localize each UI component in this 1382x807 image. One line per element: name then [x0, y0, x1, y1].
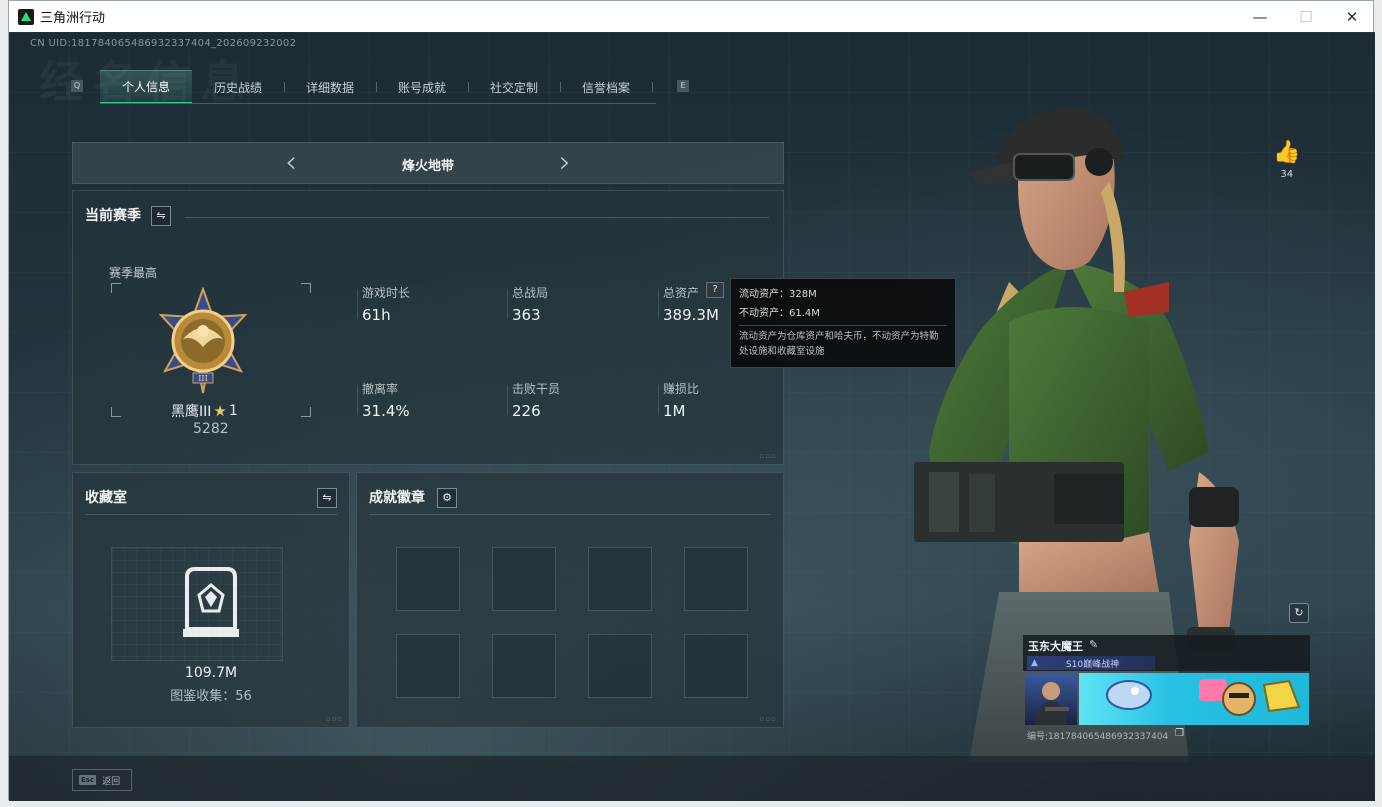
star-icon: ★: [213, 402, 227, 420]
season-highest-label: 赛季最高: [109, 266, 158, 280]
tab-personal-info[interactable]: 个人信息: [100, 70, 192, 104]
maximize-button[interactable]: ☐: [1283, 1, 1329, 32]
badge-slot[interactable]: [396, 547, 460, 611]
badge-emblem-icon: ▲: [1031, 658, 1038, 668]
badge-slot[interactable]: [492, 634, 556, 698]
stat-value-profit-ratio: 1M: [663, 402, 686, 420]
like-count: 34: [1280, 169, 1294, 180]
help-icon[interactable]: ?: [706, 282, 724, 298]
achievements-title: 成就徽章: [369, 490, 425, 506]
badge-slot[interactable]: [588, 634, 652, 698]
tab-separator: [652, 82, 653, 92]
window-title: 三角洲行动: [40, 11, 106, 26]
thumbs-up-icon[interactable]: 👍: [1273, 140, 1300, 165]
stat-label-matches: 总战局: [512, 286, 549, 300]
rank-medal-icon: III: [158, 287, 248, 394]
refresh-icon[interactable]: ↻: [1289, 603, 1309, 623]
avatar-figure-icon: [1035, 682, 1069, 725]
panel-divider: [185, 217, 769, 218]
stat-value-assets: 389.3M: [663, 306, 719, 324]
season-title: 当前赛季: [85, 208, 141, 224]
tab-reputation[interactable]: 信誉档案: [560, 70, 652, 104]
tab-next-key[interactable]: E: [677, 80, 689, 92]
rank-name: 黑鹰III: [171, 404, 212, 420]
gear-icon[interactable]: ⚙: [437, 488, 457, 508]
badge-slot[interactable]: [684, 634, 748, 698]
stat-value-playtime: 61h: [362, 306, 391, 324]
stat-value-kills: 226: [512, 402, 541, 420]
achievements-panel: 成就徽章 ⚙ ▫▫▫: [356, 472, 784, 728]
stat-label-kills: 击败干员: [512, 382, 561, 396]
uid-text: CN UID:1817840654869323374​04_2026092​32…: [30, 38, 297, 49]
collection-value: 109.7M: [184, 665, 238, 681]
player-card[interactable]: 玉东大魔王 ✎ ▲ S10巅峰战神 编号:1817840654869323374…: [1023, 635, 1310, 743]
stat-divider: [658, 289, 659, 319]
tab-underline: [100, 103, 656, 104]
swap-icon[interactable]: ⇋: [151, 206, 171, 226]
back-label: 返回: [102, 776, 121, 787]
title-badge-text: S10巅峰战神: [1065, 659, 1120, 670]
stat-divider: [507, 385, 508, 415]
collection-panel[interactable]: 收藏室 ⇋ 109.7M 图鉴收集：56 ▫▫▫: [72, 472, 350, 728]
title-badge: ▲ S10巅峰战神: [1027, 656, 1155, 670]
stat-divider: [357, 385, 358, 415]
tab-social[interactable]: 社交定制: [468, 70, 560, 104]
tab-prev-key[interactable]: Q: [71, 80, 83, 92]
banner-art-icon: [1106, 679, 1301, 716]
stat-label-profit-ratio: 赚损比: [663, 382, 700, 396]
map-name: 烽火地带: [401, 159, 454, 174]
corner-decoration: ▫▫▫: [759, 452, 777, 460]
back-button[interactable]: Esc 返回: [72, 769, 132, 791]
catalog-count: 图鉴收集：56: [170, 689, 252, 704]
title-bar: 三角洲行动 — ☐ ✕: [9, 1, 1373, 32]
panel-divider: [85, 514, 337, 515]
app-logo-icon: [18, 8, 34, 25]
stat-divider: [507, 289, 508, 319]
season-panel: 当前赛季 ⇋ 赛季最高 III 黑鹰III ★ 1 5282 游戏时长 61h …: [72, 190, 784, 465]
minimize-button[interactable]: —: [1237, 1, 1283, 32]
corner-decoration: ▫▫▫: [759, 715, 777, 723]
player-name: 玉东大魔王: [1028, 640, 1083, 653]
rank-stars: 1: [228, 403, 238, 419]
close-button[interactable]: ✕: [1329, 1, 1375, 32]
panel-divider: [369, 514, 771, 515]
badge-slot[interactable]: [492, 547, 556, 611]
stat-label-assets: 总资产: [663, 286, 700, 300]
tab-bar: Q 个人信息 历史战绩 详细数据 账号成就 社交定制 信誉档案 E: [71, 70, 693, 104]
rank-name-row: 黑鹰III ★ 1: [171, 401, 238, 421]
stat-value-extract-rate: 31.4%: [362, 402, 410, 420]
map-selector: ‹ 烽火地带 ›: [72, 142, 784, 184]
display-case-icon: [183, 567, 239, 637]
player-id: 编号:181784065486932337404: [1027, 732, 1169, 742]
like-widget[interactable]: 👍 34: [1273, 140, 1300, 180]
player-name-row: 玉东大魔王 ✎: [1028, 638, 1098, 654]
tab-details[interactable]: 详细数据: [284, 70, 376, 104]
stat-divider: [658, 385, 659, 415]
game-viewport: 经名信息 CN UID:1817840654869323374​04_20260…: [9, 32, 1375, 801]
edit-icon[interactable]: ✎: [1089, 638, 1098, 654]
copy-icon[interactable]: ❐: [1175, 728, 1184, 739]
tab-achievements[interactable]: 账号成就: [376, 70, 468, 104]
app-window: 三角洲行动 — ☐ ✕ 经名信息 CN UID:1817840654869323…: [8, 0, 1375, 801]
tab-history[interactable]: 历史战绩: [192, 70, 284, 104]
bottom-bar: [9, 756, 1375, 801]
player-avatar: [1025, 673, 1077, 725]
badge-slot[interactable]: [588, 547, 652, 611]
card-banner: [1079, 673, 1309, 725]
esc-key-label: Esc: [79, 775, 97, 785]
badge-slot[interactable]: [684, 547, 748, 611]
stat-divider: [357, 289, 358, 319]
stat-label-playtime: 游戏时长: [362, 286, 411, 300]
collection-title: 收藏室: [85, 490, 127, 506]
rank-score: 5282: [193, 421, 229, 437]
chevron-right-icon[interactable]: ›: [555, 148, 575, 178]
stat-value-matches: 363: [512, 306, 541, 324]
stat-label-extract-rate: 撤离率: [362, 382, 399, 396]
corner-decoration: ▫▫▫: [325, 715, 343, 723]
svg-text:III: III: [198, 374, 207, 383]
badge-slot[interactable]: [396, 634, 460, 698]
swap-icon[interactable]: ⇋: [317, 488, 337, 508]
